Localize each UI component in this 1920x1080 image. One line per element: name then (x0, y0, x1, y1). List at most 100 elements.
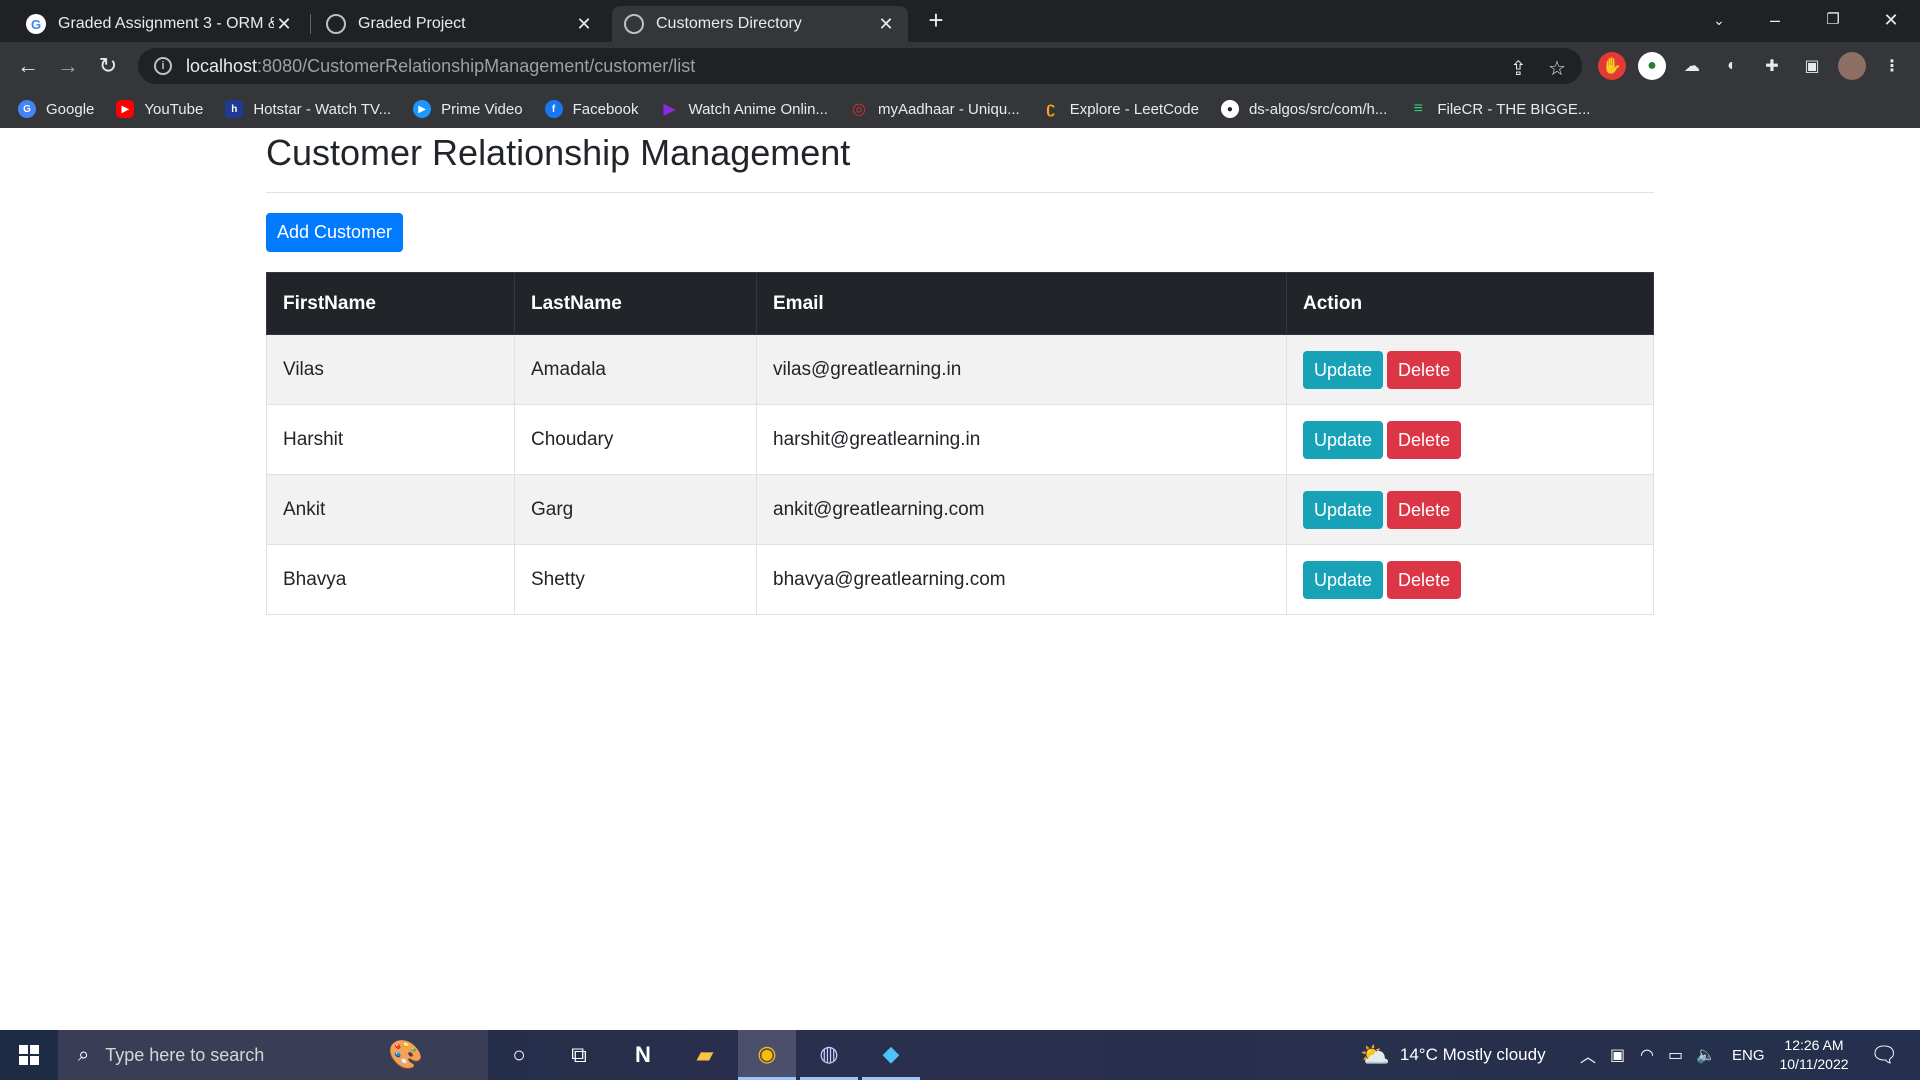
bookmark-label: Facebook (572, 100, 639, 118)
filecr-icon: ≡ (1413, 100, 1424, 117)
clock-date: 10/11/2022 (1779, 1056, 1849, 1072)
delete-button[interactable]: Delete (1387, 420, 1462, 459)
cell-firstname: Bhavya (266, 544, 515, 615)
update-button[interactable]: Update (1303, 560, 1384, 599)
extensions-puzzle-icon[interactable]: ✚ (1758, 52, 1786, 80)
cell-lastname: Shetty (514, 544, 757, 615)
bookmark-prime-video[interactable]: ▶ Prime Video (413, 100, 523, 118)
tab-customers-directory[interactable]: Customers Directory ✕ (612, 6, 908, 42)
close-tab-icon[interactable]: ✕ (876, 14, 896, 35)
bookmark-youtube[interactable]: ▶ YouTube (116, 100, 203, 118)
bookmark-label: Prime Video (441, 100, 523, 118)
address-bar[interactable]: i localhost:8080/CustomerRelationshipMan… (138, 48, 1582, 84)
tab-graded-assignment[interactable]: G Graded Assignment 3 - ORM & S ✕ (14, 6, 306, 42)
extension-globe-icon[interactable]: ● (1638, 52, 1666, 80)
bookmark-leetcode[interactable]: ʗ Explore - LeetCode (1042, 100, 1199, 118)
search-icon: ⌕ (78, 1043, 90, 1066)
table-row: Vilas Amadala vilas@greatlearning.in Upd… (266, 334, 1654, 405)
tab-search-chevron-icon[interactable]: ⌄ (1696, 0, 1742, 40)
tab-separator (310, 14, 311, 34)
close-tab-icon[interactable]: ✕ (274, 14, 294, 35)
bookmark-myaadhaar[interactable]: ◎ myAadhaar - Uniqu... (850, 100, 1020, 119)
cell-email: harshit@greatlearning.in (756, 404, 1287, 475)
bookmark-label: myAadhaar - Uniqu... (877, 100, 1020, 118)
start-button[interactable] (0, 1030, 58, 1080)
extension-red-icon[interactable]: ✋ (1598, 52, 1626, 80)
cell-action: Update Delete (1286, 544, 1654, 615)
back-arrow-icon[interactable]: ← (12, 50, 44, 82)
file-explorer-icon[interactable]: ▰ (676, 1030, 734, 1080)
column-header-action: Action (1286, 272, 1654, 335)
bookmark-label: Explore - LeetCode (1069, 100, 1199, 118)
bookmark-label: YouTube (144, 100, 204, 118)
notifications-icon[interactable]: 🗨 (1870, 1030, 1898, 1080)
page-title: Customer Relationship Management (266, 132, 851, 173)
side-panel-icon[interactable]: ▣ (1798, 52, 1826, 80)
tray-chevron-icon[interactable]: ︿ (1580, 1030, 1596, 1080)
divider (266, 192, 1654, 193)
language-indicator[interactable]: ENG (1732, 1030, 1765, 1080)
share-icon[interactable]: ⇪ (1510, 56, 1527, 81)
mysql-workbench-icon[interactable]: ◆ (862, 1030, 920, 1080)
restore-icon[interactable]: ❐ (1810, 0, 1856, 40)
cell-firstname: Vilas (266, 334, 515, 405)
hotstar-icon: h (225, 100, 244, 118)
task-view-icon[interactable]: ⧉ (550, 1030, 608, 1080)
bookmark-hotstar[interactable]: h Hotstar - Watch TV... (225, 100, 391, 118)
eclipse-icon[interactable]: ◍ (800, 1030, 858, 1080)
new-tab-plus-icon[interactable]: + (922, 6, 950, 34)
main-container: Customer Relationship Management Add Cus… (266, 128, 1654, 615)
profile-avatar[interactable] (1838, 52, 1866, 80)
bookmark-filecr[interactable]: ≡ FileCR - THE BIGGE... (1409, 100, 1591, 118)
window-close-icon[interactable]: ✕ (1868, 0, 1914, 40)
battery-icon[interactable]: ▭ (1668, 1030, 1683, 1080)
bookmark-google[interactable]: G Google (18, 100, 94, 118)
cell-action: Update Delete (1286, 474, 1654, 545)
volume-icon[interactable]: 🔈 (1696, 1030, 1716, 1080)
forward-arrow-icon[interactable]: → (52, 50, 84, 82)
weather-text: 14°C Mostly cloudy (1399, 1045, 1546, 1064)
table-row: Ankit Garg ankit@greatlearning.com Updat… (266, 474, 1654, 545)
url-path: :8080/CustomerRelationshipManagement/cus… (257, 55, 696, 76)
chrome-icon[interactable]: ◉ (738, 1030, 796, 1080)
kebab-menu-icon[interactable]: ⋮ (1878, 52, 1906, 80)
minimize-icon[interactable]: – (1752, 0, 1798, 40)
update-button[interactable]: Update (1303, 350, 1384, 389)
reload-icon[interactable]: ↻ (92, 50, 124, 82)
wifi-icon[interactable]: ◠ (1640, 1030, 1654, 1080)
delete-button[interactable]: Delete (1387, 490, 1462, 529)
extension-cloud-icon[interactable]: ☁ (1678, 52, 1706, 80)
prime-video-icon: ▶ (413, 100, 432, 118)
bookmark-github[interactable]: ● ds-algos/src/com/h... (1220, 100, 1387, 118)
github-icon: ● (1220, 100, 1239, 118)
cell-lastname: Choudary (514, 404, 757, 475)
update-button[interactable]: Update (1303, 490, 1384, 529)
cortana-icon[interactable]: ○ (490, 1030, 548, 1080)
leetcode-icon: ʗ (1046, 100, 1056, 117)
add-customer-button[interactable]: Add Customer (266, 213, 404, 252)
bookmark-anime[interactable]: ▶ Watch Anime Onlin... (660, 100, 828, 119)
cell-lastname: Garg (514, 474, 757, 545)
tab-graded-project[interactable]: Graded Project ✕ (314, 6, 606, 42)
weather-widget[interactable]: ⛅ 14°C Mostly cloudy (1360, 1030, 1546, 1080)
windows-taskbar: ⌕ Type here to search 🎨 ○ ⧉ N ▰ ◉ ◍ ◆ ⛅ … (0, 1030, 1920, 1080)
delete-button[interactable]: Delete (1387, 560, 1462, 599)
google-favicon-icon: G (26, 14, 46, 34)
bookmark-star-icon[interactable]: ☆ (1548, 56, 1566, 81)
extension-edge-icon[interactable]: ◐ (1718, 52, 1746, 80)
search-highlight-icon: 🎨 (388, 1039, 423, 1070)
cell-firstname: Ankit (266, 474, 515, 545)
site-info-icon[interactable]: i (154, 57, 172, 75)
aadhaar-icon: ◎ (851, 101, 866, 118)
taskbar-search-box[interactable]: ⌕ Type here to search 🎨 (58, 1030, 488, 1080)
column-header-email: Email (756, 272, 1287, 335)
table-header-row: FirstName LastName Email Action (266, 272, 1654, 335)
delete-button[interactable]: Delete (1387, 350, 1462, 389)
close-tab-icon[interactable]: ✕ (574, 14, 594, 35)
bookmark-facebook[interactable]: f Facebook (544, 100, 639, 118)
tray-app-icon[interactable]: ▣ (1610, 1030, 1625, 1080)
taskbar-clock[interactable]: 12:26 AM 10/11/2022 (1764, 1036, 1864, 1074)
table-row: Bhavya Shetty bhavya@greatlearning.com U… (266, 544, 1654, 615)
update-button[interactable]: Update (1303, 420, 1384, 459)
notion-icon[interactable]: N (614, 1030, 672, 1080)
